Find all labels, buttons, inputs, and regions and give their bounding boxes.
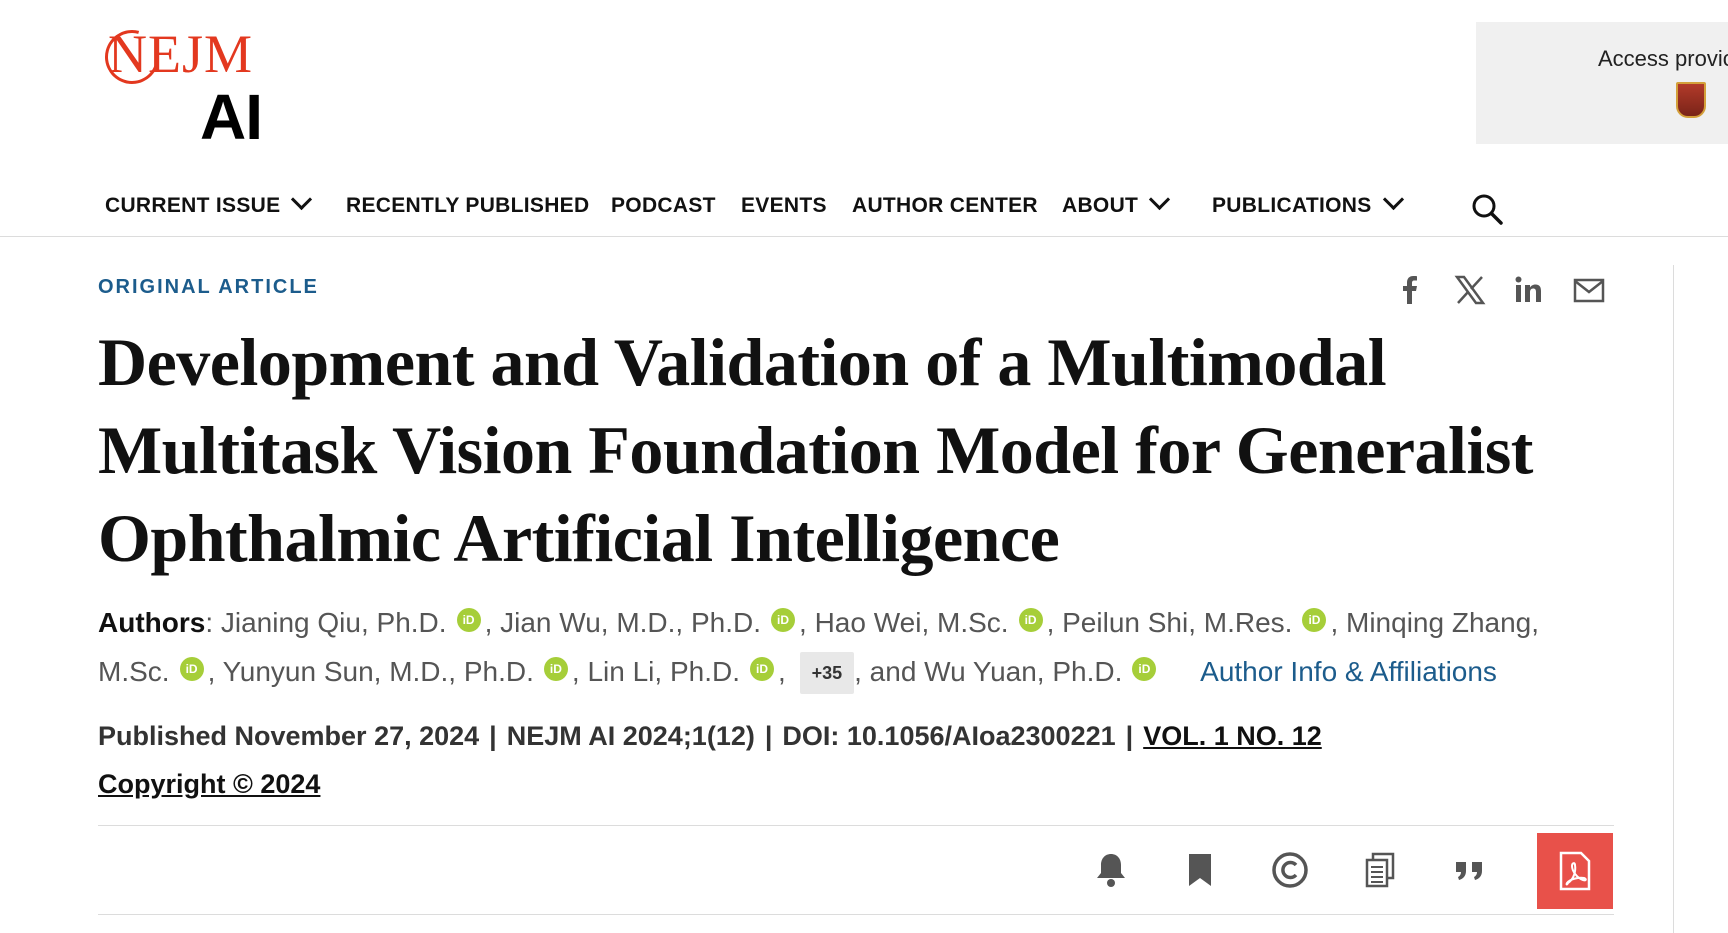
author-name[interactable]: Yunyun Sun, M.D., Ph.D. xyxy=(223,656,534,687)
bookmark-icon[interactable] xyxy=(1180,850,1220,890)
nav-events[interactable]: EVENTS xyxy=(741,194,827,218)
author-affiliations-link[interactable]: Author Info & Affiliations xyxy=(1200,656,1497,687)
toolbar-bottom-divider xyxy=(98,914,1614,915)
x-icon[interactable] xyxy=(1452,272,1488,308)
article-type-label: ORIGINAL ARTICLE xyxy=(98,276,319,298)
author-name[interactable]: and Wu Yuan, Ph.D. xyxy=(870,656,1123,687)
access-provided-text: Access provic xyxy=(1598,46,1728,71)
author-name[interactable]: Jian Wu, M.D., Ph.D. xyxy=(500,607,761,638)
article-title: Development and Validation of a Multimod… xyxy=(98,324,1533,576)
nav-publications[interactable]: PUBLICATIONS xyxy=(1212,188,1404,218)
orcid-icon[interactable]: iD xyxy=(1302,608,1327,632)
citation: NEJM AI 2024;1(12) xyxy=(506,721,755,751)
orcid-icon[interactable]: iD xyxy=(1018,608,1043,632)
linkedin-icon[interactable] xyxy=(1511,272,1547,308)
sidebar-divider xyxy=(1673,265,1674,933)
quote-icon[interactable] xyxy=(1450,850,1490,890)
separator: | xyxy=(764,721,773,751)
nav-recently-published[interactable]: RECENTLY PUBLISHED xyxy=(346,194,589,218)
separator: | xyxy=(1125,721,1134,751)
author-name[interactable]: Hao Wei, M.Sc. xyxy=(815,607,1009,638)
nav-author-center[interactable]: AUTHOR CENTER xyxy=(852,194,1038,218)
toolbar-top-divider xyxy=(98,825,1614,826)
facebook-icon[interactable] xyxy=(1392,272,1428,308)
nav-podcast[interactable]: PODCAST xyxy=(611,194,716,218)
logo-nejm-text: NEJM xyxy=(108,24,254,84)
institution-crest-icon xyxy=(1676,82,1706,118)
nav-current-issue[interactable]: CURRENT ISSUE xyxy=(105,188,313,218)
volume-link[interactable]: VOL. 1 NO. 12 xyxy=(1143,721,1322,751)
email-icon[interactable] xyxy=(1571,272,1607,308)
author-name[interactable]: Peilun Shi, M.Res. xyxy=(1062,607,1292,638)
copyright-icon[interactable] xyxy=(1270,850,1310,890)
logo-ai-text: AI xyxy=(200,81,263,153)
pdf-icon xyxy=(1559,851,1591,891)
nav-current-issue-label: CURRENT ISSUE xyxy=(105,194,281,217)
bell-icon[interactable] xyxy=(1091,850,1131,890)
main-nav: CURRENT ISSUE RECENTLY PUBLISHED PODCAST… xyxy=(0,180,1728,237)
nejm-ai-logo[interactable]: NEJM AI xyxy=(95,20,268,152)
separator: | xyxy=(489,721,497,751)
copy-icon[interactable] xyxy=(1360,850,1400,890)
chevron-down-icon xyxy=(291,188,313,211)
nav-publications-label: PUBLICATIONS xyxy=(1212,194,1372,217)
author-list: Authors: Jianing Qiu, Ph.D. iD, Jian Wu, … xyxy=(98,598,1578,696)
authors-label: Authors xyxy=(98,607,206,638)
authors-colon: : xyxy=(205,607,221,638)
orcid-icon[interactable]: iD xyxy=(543,657,568,681)
chevron-down-icon xyxy=(1382,188,1404,211)
author-name[interactable]: Jianing Qiu, Ph.D. xyxy=(221,607,447,638)
published-date: Published November 27, 2024 xyxy=(98,721,480,751)
copyright-link[interactable]: Copyright © 2024 xyxy=(98,769,320,799)
publication-info: Published November 27, 2024 | NEJM AI 2024… xyxy=(98,712,1578,808)
chevron-down-icon xyxy=(1149,188,1171,211)
author-name[interactable]: Lin Li, Ph.D. xyxy=(587,656,740,687)
orcid-icon[interactable]: iD xyxy=(456,608,481,632)
nav-about-label: ABOUT xyxy=(1062,194,1139,217)
nav-about[interactable]: ABOUT xyxy=(1062,188,1171,218)
search-icon[interactable] xyxy=(1470,192,1504,226)
pdf-download-button[interactable] xyxy=(1537,833,1613,909)
orcid-icon[interactable]: iD xyxy=(750,657,774,681)
doi: DOI: 10.1056/AIoa2300221 xyxy=(782,721,1116,751)
institution-access-box[interactable]: Access provic xyxy=(1476,22,1728,144)
orcid-icon[interactable]: iD xyxy=(179,657,204,681)
orcid-icon[interactable]: iD xyxy=(1132,657,1157,681)
orcid-icon[interactable]: iD xyxy=(771,608,796,632)
more-authors-button[interactable]: +35 xyxy=(799,652,855,694)
